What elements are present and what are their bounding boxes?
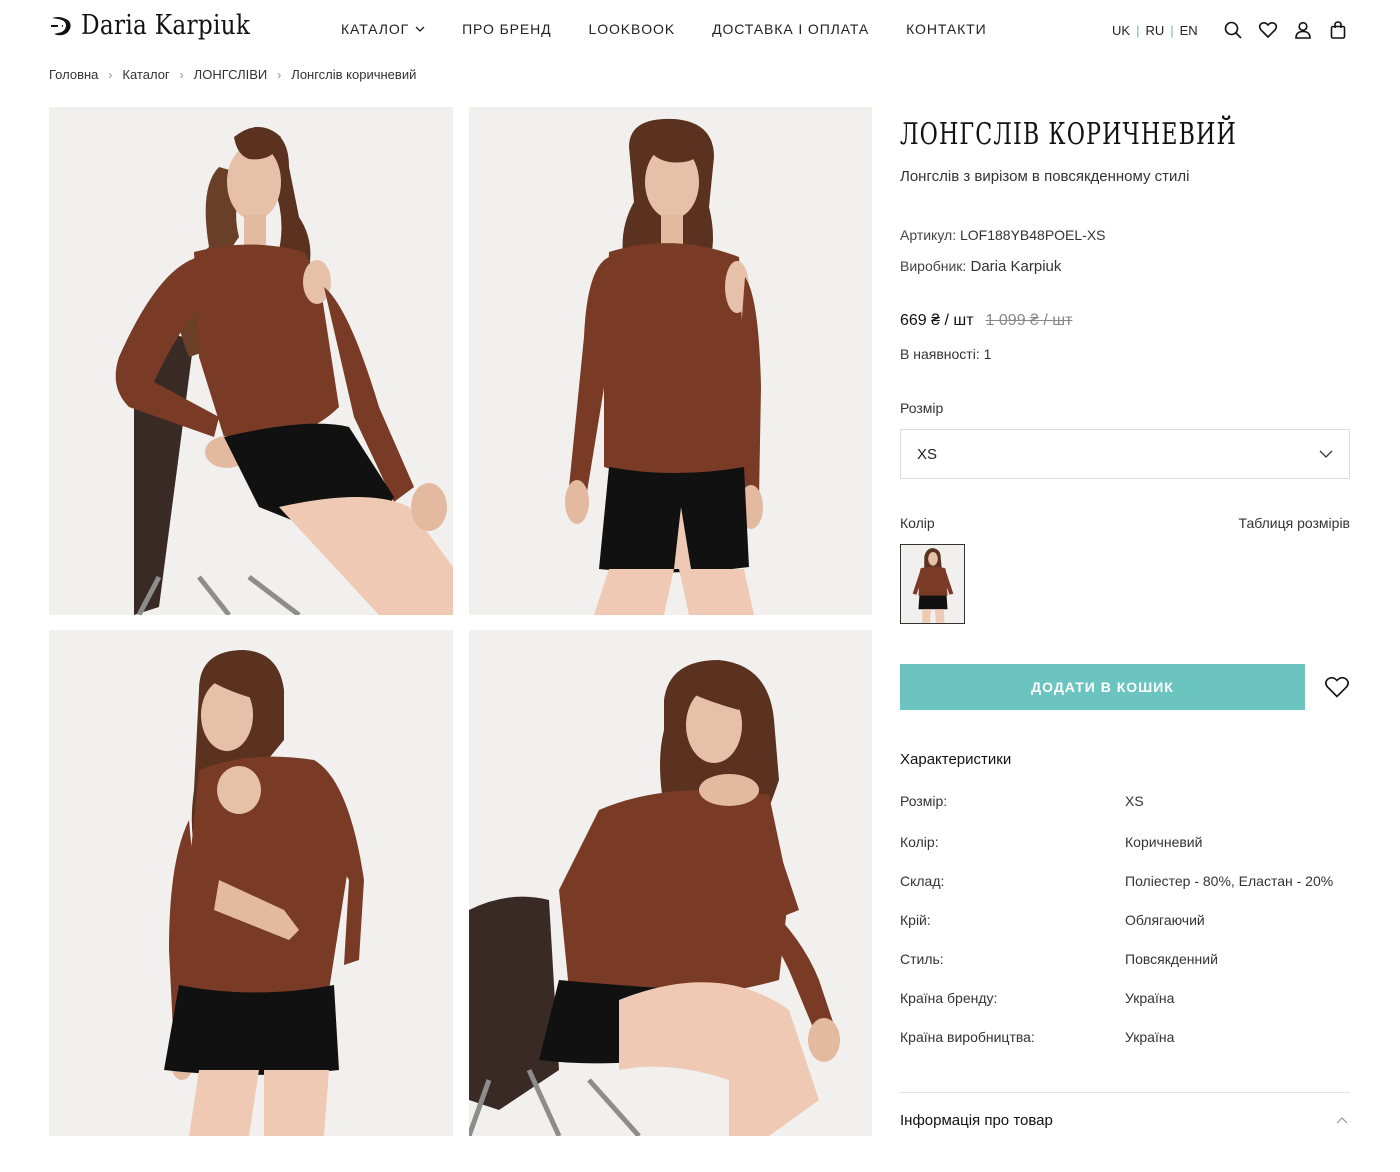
- user-icon[interactable]: [1293, 20, 1313, 40]
- lang-uk[interactable]: UK: [1112, 23, 1130, 38]
- heart-icon[interactable]: [1258, 20, 1278, 40]
- breadcrumb: Головна › Каталог › ЛОНГСЛІВИ › Лонгслів…: [49, 67, 416, 82]
- lang-en[interactable]: EN: [1180, 23, 1198, 38]
- product-subtitle: Лонгслів з вирізом в повсякденному стилі: [900, 168, 1190, 185]
- spec-key: Розмір:: [900, 793, 948, 809]
- main-nav: КАТАЛОГ ПРО БРЕНД LOOKBOOK ДОСТАВКА І ОП…: [341, 21, 987, 37]
- language-switcher: UK | RU | EN: [1112, 23, 1198, 38]
- breadcrumb-home[interactable]: Головна: [49, 67, 98, 82]
- divider: [900, 1092, 1350, 1093]
- size-table-link[interactable]: Таблиця розмірів: [1239, 515, 1350, 531]
- breadcrumb-separator: ›: [179, 67, 184, 82]
- spec-value: Коричневий: [1125, 834, 1203, 850]
- wishlist-heart-icon[interactable]: [1324, 675, 1350, 699]
- old-price: 1 099 ₴ / шт: [985, 312, 1073, 329]
- spec-key: Крій:: [900, 912, 931, 928]
- logo-mark-icon: [51, 16, 71, 35]
- maker-row: Виробник: Daria Karpiuk: [900, 258, 1061, 275]
- spec-value: Облягаючий: [1125, 912, 1205, 928]
- breadcrumb-category[interactable]: ЛОНГСЛІВИ: [194, 67, 268, 82]
- spec-key: Країна виробництва:: [900, 1029, 1035, 1045]
- stock-label: В наявності:: [900, 346, 980, 362]
- chevron-down-icon: [415, 26, 425, 32]
- photo-illustration: [49, 630, 453, 1136]
- current-price: 669 ₴ / шт: [900, 312, 974, 329]
- photo-illustration: [49, 107, 453, 615]
- spec-key: Колір:: [900, 834, 939, 850]
- nav-catalog[interactable]: КАТАЛОГ: [341, 21, 425, 37]
- photo-illustration: [469, 630, 872, 1136]
- header-icons: [1223, 20, 1348, 40]
- size-select[interactable]: XS: [900, 429, 1350, 479]
- specs-title: Характеристики: [900, 751, 1012, 768]
- nav-catalog-label: КАТАЛОГ: [341, 21, 410, 37]
- sku-value: LOF188YB48POEL-XS: [959, 227, 1106, 243]
- maker-value: Daria Karpiuk: [970, 258, 1062, 275]
- stock-row: В наявності: 1: [900, 346, 991, 362]
- product-title: ЛОНГСЛІВ КОРИЧНЕВИЙ: [900, 117, 1237, 152]
- brand-logo[interactable]: Daria Karpiuk: [49, 10, 278, 41]
- search-icon[interactable]: [1223, 20, 1243, 40]
- size-label: Розмір: [900, 400, 944, 416]
- lang-ru[interactable]: RU: [1145, 23, 1164, 38]
- add-to-cart-button[interactable]: ДОДАТИ В КОШИК: [900, 664, 1305, 710]
- product-photo-4[interactable]: [469, 630, 872, 1136]
- spec-key: Склад:: [900, 873, 945, 889]
- price-row: 669 ₴ / шт 1 099 ₴ / шт: [900, 312, 1072, 330]
- lang-separator: |: [1170, 23, 1174, 38]
- breadcrumb-current: Лонгслів коричневий: [291, 67, 417, 82]
- product-info: ЛОНГСЛІВ КОРИЧНЕВИЙ Лонгслів з вирізом в…: [900, 110, 1350, 1129]
- spec-value: XS: [1125, 793, 1144, 809]
- site-header: Daria Karpiuk КАТАЛОГ ПРО БРЕНД LOOKBOOK…: [0, 0, 1400, 60]
- color-swatch-brown[interactable]: [900, 544, 965, 624]
- sku-row: Артикул: LOF188YB48POEL-XS: [900, 227, 1106, 243]
- lang-separator: |: [1136, 23, 1140, 38]
- nav-delivery-payment[interactable]: ДОСТАВКА І ОПЛАТА: [712, 21, 869, 37]
- nav-about-brand[interactable]: ПРО БРЕНД: [462, 21, 551, 37]
- chevron-up-icon[interactable]: [1336, 1116, 1348, 1124]
- size-select-value: XS: [917, 445, 938, 463]
- sku-label: Артикул:: [900, 227, 957, 243]
- bag-icon[interactable]: [1328, 20, 1348, 40]
- maker-label: Виробник:: [900, 258, 967, 274]
- product-photo-2[interactable]: [469, 107, 872, 615]
- breadcrumb-separator: ›: [277, 67, 282, 82]
- chevron-down-icon: [1319, 450, 1333, 458]
- nav-contacts[interactable]: КОНТАКТИ: [906, 21, 986, 37]
- stock-value: 1: [983, 346, 992, 362]
- photo-illustration: [469, 107, 872, 615]
- nav-lookbook[interactable]: LOOKBOOK: [589, 21, 676, 37]
- spec-key: Стиль:: [900, 951, 944, 967]
- breadcrumb-catalog[interactable]: Каталог: [122, 67, 169, 82]
- product-photo-3[interactable]: [49, 630, 453, 1136]
- swatch-thumbnail: [901, 545, 964, 623]
- color-label: Колір: [900, 515, 935, 531]
- spec-value: Україна: [1125, 1029, 1175, 1045]
- spec-value: Поліестер - 80%, Еластан - 20%: [1125, 873, 1334, 889]
- spec-value: Повсякденний: [1125, 951, 1218, 967]
- spec-value: Україна: [1125, 990, 1175, 1006]
- logo-text: Daria Karpiuk: [81, 10, 251, 41]
- product-info-accordion-toggle[interactable]: Інформація про товар: [900, 1112, 1053, 1129]
- product-photo-1[interactable]: [49, 107, 453, 615]
- spec-key: Країна бренду:: [900, 990, 998, 1006]
- breadcrumb-separator: ›: [108, 67, 113, 82]
